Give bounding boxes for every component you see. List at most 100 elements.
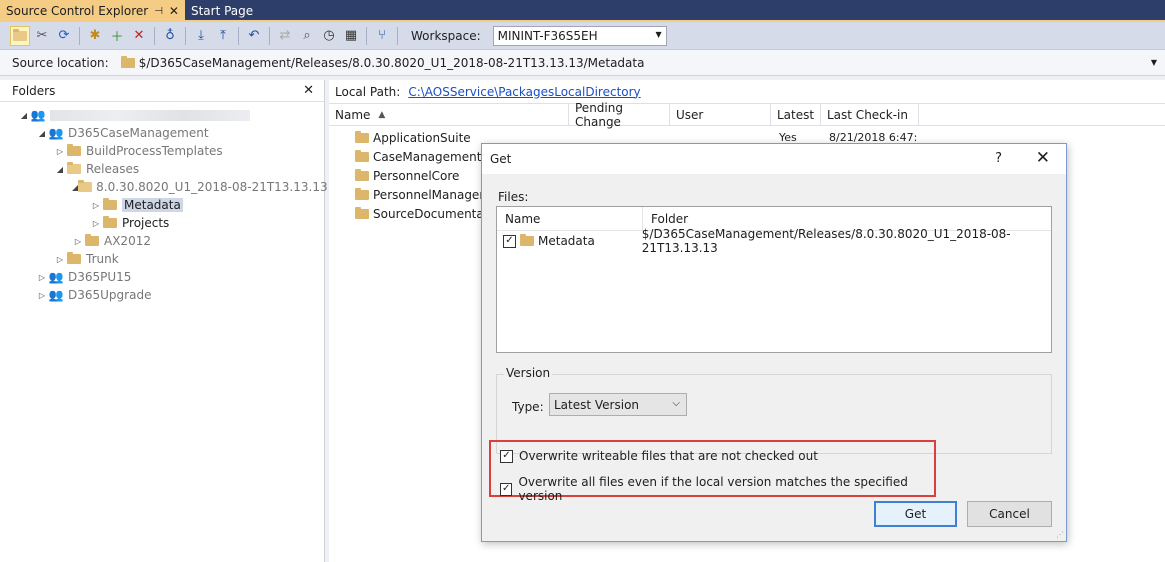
tree-node[interactable]: ▷ 👥 D365Upgrade: [0, 286, 324, 304]
folder-icon: [355, 130, 369, 143]
column-header-name[interactable]: Name ▲: [329, 104, 569, 125]
tree-node-label: D365Upgrade: [68, 288, 152, 302]
file-checkbox[interactable]: ✓: [503, 234, 516, 248]
collapse-arrow-icon[interactable]: ◢: [36, 129, 48, 138]
close-icon[interactable]: ✕: [303, 83, 314, 98]
get-latest-icon[interactable]: ⤓: [191, 26, 211, 46]
tree-node-server[interactable]: ◢ 👥: [0, 106, 324, 124]
toolbar-separator: [397, 26, 398, 45]
collapse-arrow-icon[interactable]: ◢: [54, 165, 66, 174]
tab-source-control-explorer[interactable]: Source Control Explorer ⊣ ✕: [0, 0, 185, 22]
tree-node-label: Releases: [86, 162, 140, 176]
merge-icon[interactable]: ⑂: [372, 26, 392, 46]
get-button[interactable]: Get: [874, 501, 957, 527]
expand-arrow-icon[interactable]: ▷: [90, 201, 102, 210]
workspace-dropdown[interactable]: MININT-F36S5EH ▼: [492, 25, 667, 46]
close-icon[interactable]: ✕: [169, 4, 179, 18]
team-project-icon: 👥: [30, 108, 46, 122]
undo-icon[interactable]: ↶: [244, 26, 264, 46]
tree-node[interactable]: ◢ 8.0.30.8020_U1_2018-08-21T13.13.13: [0, 178, 328, 196]
table-row[interactable]: ✓ Metadata $/D365CaseManagement/Releases…: [497, 227, 1051, 255]
tree-node[interactable]: ▷ Metadata: [0, 196, 324, 214]
version-type-dropdown[interactable]: Latest Version ⌵: [549, 393, 687, 416]
overwrite-all-option[interactable]: ✓ Overwrite all files even if the local …: [500, 475, 934, 503]
find-icon[interactable]: ⌕: [297, 26, 317, 46]
workspace-label: Workspace:: [411, 28, 481, 43]
tree-node[interactable]: ▷ 👥 D365PU15: [0, 268, 324, 286]
new-folder-icon[interactable]: ✱: [85, 26, 105, 46]
tree-node[interactable]: ◢ 👥 D365CaseManagement: [0, 124, 324, 142]
help-icon[interactable]: ?: [995, 151, 1002, 166]
overwrite-writeable-checkbox[interactable]: ✓: [500, 449, 513, 463]
pin-icon[interactable]: ⊣: [154, 6, 163, 17]
folders-title: Folders: [12, 83, 56, 98]
folder-icon: [520, 234, 534, 246]
refresh-icon[interactable]: ⟳: [54, 26, 74, 46]
check-in-icon[interactable]: ⤒: [213, 26, 233, 46]
tab-label: Source Control Explorer: [6, 4, 149, 18]
folder-icon: [102, 216, 118, 230]
expand-arrow-icon[interactable]: ◢: [18, 111, 30, 120]
get-dialog: Get ? ✕ Files: Name Folder ✓ Metadata $/…: [481, 143, 1067, 542]
folder-icon: [66, 144, 82, 158]
expand-arrow-icon[interactable]: ▷: [36, 273, 48, 282]
toolbar-separator: [366, 26, 367, 45]
folders-header: Folders ✕: [0, 80, 324, 102]
overwrite-all-label: Overwrite all files even if the local ve…: [518, 475, 908, 503]
compare-icon[interactable]: ⇄: [275, 26, 295, 46]
folder-icon: [66, 162, 82, 176]
folder-icon: [355, 149, 369, 162]
expand-arrow-icon[interactable]: ▷: [54, 147, 66, 156]
tree-node[interactable]: ▷ Projects: [0, 214, 324, 232]
branch-icon[interactable]: ♁: [160, 26, 180, 46]
folder-icon: [84, 234, 100, 248]
source-location-path[interactable]: $/D365CaseManagement/Releases/8.0.30.802…: [120, 55, 644, 70]
column-header-user[interactable]: User: [670, 104, 771, 125]
resize-grip-icon[interactable]: ⋰: [1056, 530, 1064, 539]
dialog-title: Get: [490, 152, 512, 166]
tree-node[interactable]: ▷ BuildProcessTemplates: [0, 142, 324, 160]
folders-toggle-icon[interactable]: [10, 25, 30, 46]
folder-icon: [102, 198, 118, 212]
dialog-title-bar: Get ? ✕: [482, 144, 1066, 174]
close-icon[interactable]: ✕: [1036, 148, 1050, 168]
folder-icon: [355, 187, 369, 200]
tree-node-label: Projects: [122, 216, 170, 230]
local-path-link[interactable]: C:\AOSService\PackagesLocalDirectory: [408, 85, 640, 99]
cancel-button[interactable]: Cancel: [967, 501, 1052, 527]
team-project-icon: 👥: [48, 126, 64, 140]
add-items-icon[interactable]: ＋: [107, 26, 127, 46]
folder-tree: ◢ 👥 ◢ 👥 D365CaseManagement ▷ BuildProcessTem…: [0, 102, 328, 304]
column-header-last-check-in[interactable]: Last Check-in: [821, 104, 919, 125]
tree-node[interactable]: ◢ Releases: [0, 160, 324, 178]
tree-node[interactable]: ▷ AX2012: [0, 232, 324, 250]
tree-node-label: BuildProcessTemplates: [86, 144, 223, 158]
expand-arrow-icon[interactable]: ▷: [54, 255, 66, 264]
chevron-down-icon[interactable]: ▼: [1151, 58, 1157, 67]
overwrite-options-highlight: ✓ Overwrite writeable files that are not…: [489, 440, 936, 503]
local-path-bar: Local Path: C:\AOSService\PackagesLocalD…: [329, 80, 1165, 104]
team-project-icon: 👥: [48, 288, 64, 302]
redacted-server-name: [50, 109, 250, 121]
files-list: Name Folder ✓ Metadata $/D365CaseManagem…: [496, 206, 1052, 353]
tab-start-page[interactable]: Start Page: [185, 0, 259, 22]
delete-icon[interactable]: ✕: [129, 26, 149, 46]
tree-node-label: D365CaseManagement: [68, 126, 209, 140]
tree-node-label: Metadata: [122, 198, 183, 212]
tree-node[interactable]: ▷ Trunk: [0, 250, 324, 268]
overwrite-writeable-option[interactable]: ✓ Overwrite writeable files that are not…: [500, 449, 818, 463]
tab-label: Start Page: [190, 4, 254, 18]
overwrite-all-checkbox[interactable]: ✓: [500, 482, 513, 496]
overwrite-writeable-label: Overwrite writeable files that are not c…: [519, 449, 818, 463]
expand-arrow-icon[interactable]: ▷: [36, 291, 48, 300]
history-icon[interactable]: ◷: [319, 26, 339, 46]
column-header-latest[interactable]: Latest: [771, 104, 821, 125]
column-header-name[interactable]: Name: [497, 207, 643, 230]
column-header-pending-change[interactable]: Pending Change: [569, 101, 670, 129]
expand-arrow-icon[interactable]: ▷: [90, 219, 102, 228]
tree-node-label: D365PU15: [68, 270, 132, 284]
annotate-icon[interactable]: ▦: [341, 26, 361, 46]
expand-arrow-icon[interactable]: ▷: [72, 237, 84, 246]
workspace-mapping-icon[interactable]: ✂: [32, 26, 52, 46]
toolbar-separator: [154, 26, 155, 45]
